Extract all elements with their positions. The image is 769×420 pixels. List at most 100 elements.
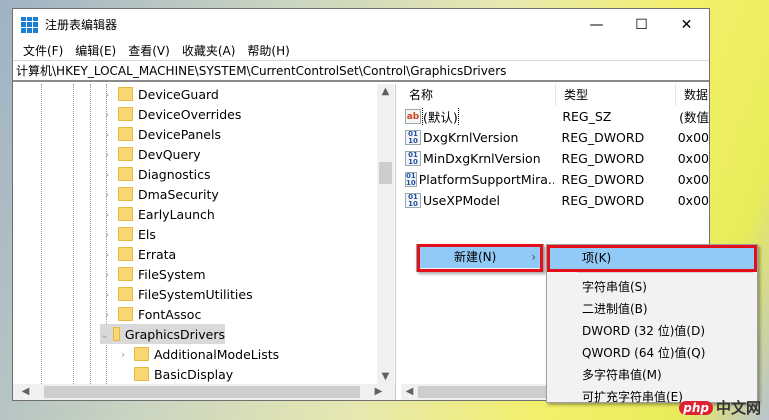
- value-data: 0x00: [677, 151, 709, 166]
- tree-node[interactable]: › DeviceGuard: [100, 84, 219, 104]
- tree-node[interactable]: › FileSystem: [100, 264, 206, 284]
- tree-node[interactable]: › DmaSecurity: [100, 184, 219, 204]
- tree-node-label: Diagnostics: [138, 166, 211, 182]
- address-bar[interactable]: 计算机\HKEY_LOCAL_MACHINE\SYSTEM\CurrentCon…: [13, 60, 709, 82]
- binary-value-icon: 01 10: [405, 193, 421, 208]
- scroll-left-icon[interactable]: ◀: [401, 386, 418, 397]
- tree-node-label: FontAssoc: [138, 306, 202, 322]
- folder-icon: [118, 167, 133, 181]
- expand-chevron-icon[interactable]: ⌄: [100, 328, 109, 341]
- close-button[interactable]: ✕: [664, 9, 709, 40]
- submenu-item[interactable]: QWORD (64 位)值(Q): [549, 342, 755, 364]
- value-row[interactable]: 01 10 PlatformSupportMira... REG_DWORD 0x00: [401, 169, 709, 190]
- expand-chevron-icon[interactable]: ›: [100, 268, 114, 281]
- column-name[interactable]: 名称: [401, 84, 556, 106]
- annotation-box-new: [417, 244, 543, 272]
- regedit-icon: [21, 16, 38, 33]
- submenu-item[interactable]: 多字符串值(M): [549, 364, 755, 386]
- tree-node[interactable]: BasicDisplay: [116, 364, 233, 384]
- folder-icon: [118, 187, 133, 201]
- folder-icon: [118, 127, 133, 141]
- value-data: 0x00: [677, 130, 709, 145]
- scroll-up-icon[interactable]: ▲: [377, 86, 394, 97]
- submenu-item[interactable]: DWORD (32 位)值(D): [549, 320, 755, 342]
- folder-icon: [118, 207, 133, 221]
- value-row[interactable]: ab (默认) REG_SZ (数值: [401, 106, 709, 127]
- expand-chevron-icon[interactable]: ›: [100, 228, 114, 241]
- value-data: 0x00: [677, 193, 709, 208]
- tree-node-label: DevicePanels: [138, 126, 221, 142]
- tree-node[interactable]: › Diagnostics: [100, 164, 211, 184]
- expand-chevron-icon[interactable]: ›: [100, 148, 114, 161]
- tree-guide: [73, 84, 74, 384]
- key-tree: › DeviceGuard › DeviceOverrides › DevicePanel…: [13, 84, 377, 384]
- expand-chevron-icon[interactable]: ›: [100, 128, 114, 141]
- scroll-thumb[interactable]: [379, 162, 392, 184]
- value-type: REG_DWORD: [561, 193, 645, 208]
- expand-chevron-icon[interactable]: ›: [100, 248, 114, 261]
- folder-icon: [113, 327, 120, 341]
- annotation-box-key: [547, 245, 757, 272]
- column-data[interactable]: 数据: [676, 84, 708, 106]
- watermark-logo: php 中文网: [679, 397, 761, 418]
- expand-chevron-icon[interactable]: ›: [100, 208, 114, 221]
- expand-chevron-icon[interactable]: ›: [100, 88, 114, 101]
- scroll-left-icon[interactable]: ◀: [17, 386, 34, 397]
- tree-node-label: DeviceGuard: [138, 86, 219, 102]
- scroll-thumb[interactable]: [44, 386, 360, 398]
- tree-node-label: FileSystem: [138, 266, 206, 282]
- tree-vertical-scrollbar[interactable]: ▲ ▼: [377, 84, 394, 384]
- value-row[interactable]: 01 10 DxgKrnlVersion REG_DWORD 0x00: [401, 127, 709, 148]
- menu-edit[interactable]: 编辑(E): [69, 42, 122, 59]
- tree-node[interactable]: › EarlyLaunch: [100, 204, 215, 224]
- tree-horizontal-scrollbar[interactable]: ◀ ▶: [13, 384, 395, 400]
- menu-bar: 文件(F) 编辑(E) 查看(V) 收藏夹(A) 帮助(H): [13, 40, 709, 60]
- folder-icon: [134, 347, 149, 361]
- tree-node[interactable]: › AdditionalModeLists: [116, 344, 279, 364]
- menu-file[interactable]: 文件(F): [17, 42, 69, 59]
- tree-node-label: Errata: [138, 246, 177, 262]
- tree-node[interactable]: › FileSystemUtilities: [100, 284, 253, 304]
- folder-icon: [118, 247, 133, 261]
- tree-node-label: EarlyLaunch: [138, 206, 215, 222]
- expand-chevron-icon[interactable]: ›: [100, 108, 114, 121]
- tree-node[interactable]: › FontAssoc: [100, 304, 202, 324]
- tree-node[interactable]: › DevicePanels: [100, 124, 221, 144]
- expand-chevron-icon[interactable]: ›: [100, 288, 114, 301]
- value-name: MinDxgKrnlVersion: [423, 151, 541, 166]
- value-type: REG_DWORD: [561, 172, 645, 187]
- value-type: REG_SZ: [562, 109, 612, 124]
- string-value-icon: ab: [405, 109, 421, 124]
- submenu-item[interactable]: 二进制值(B): [549, 298, 755, 320]
- tree-node-label: BasicDisplay: [154, 366, 234, 382]
- minimize-button[interactable]: —: [574, 9, 619, 40]
- value-type: REG_DWORD: [561, 130, 645, 145]
- value-row[interactable]: 01 10 MinDxgKrnlVersion REG_DWORD 0x00: [401, 148, 709, 169]
- menu-help[interactable]: 帮助(H): [241, 42, 295, 59]
- scroll-right-icon[interactable]: ▶: [370, 386, 387, 397]
- tree-node[interactable]: › Errata: [100, 244, 176, 264]
- tree-guide: [90, 84, 91, 384]
- expand-chevron-icon[interactable]: ›: [100, 308, 114, 321]
- scroll-down-icon[interactable]: ▼: [377, 371, 394, 382]
- menu-view[interactable]: 查看(V): [122, 42, 176, 59]
- menu-separator: [577, 272, 753, 273]
- submenu-item[interactable]: 字符串值(S): [549, 276, 755, 298]
- expand-chevron-icon[interactable]: ›: [116, 348, 130, 361]
- expand-chevron-icon[interactable]: ›: [100, 168, 114, 181]
- column-type[interactable]: 类型: [556, 84, 676, 106]
- folder-icon: [118, 287, 133, 301]
- value-name: PlatformSupportMira...: [418, 172, 554, 187]
- value-row[interactable]: 01 10 UseXPModel REG_DWORD 0x00: [401, 190, 709, 211]
- expand-chevron-icon[interactable]: ›: [100, 188, 114, 201]
- tree-node[interactable]: › DevQuery: [100, 144, 201, 164]
- column-headers: 名称 类型 数据: [401, 84, 709, 106]
- binary-value-icon: 01 10: [405, 151, 421, 166]
- maximize-button[interactable]: ☐: [619, 9, 664, 40]
- tree-node[interactable]: › Els: [100, 224, 156, 244]
- tree-node[interactable]: ⌄ GraphicsDrivers: [100, 324, 225, 344]
- binary-value-icon: 01 10: [405, 130, 421, 145]
- tree-node[interactable]: › DeviceOverrides: [100, 104, 242, 124]
- menu-favorites[interactable]: 收藏夹(A): [176, 42, 242, 59]
- folder-icon: [134, 367, 149, 381]
